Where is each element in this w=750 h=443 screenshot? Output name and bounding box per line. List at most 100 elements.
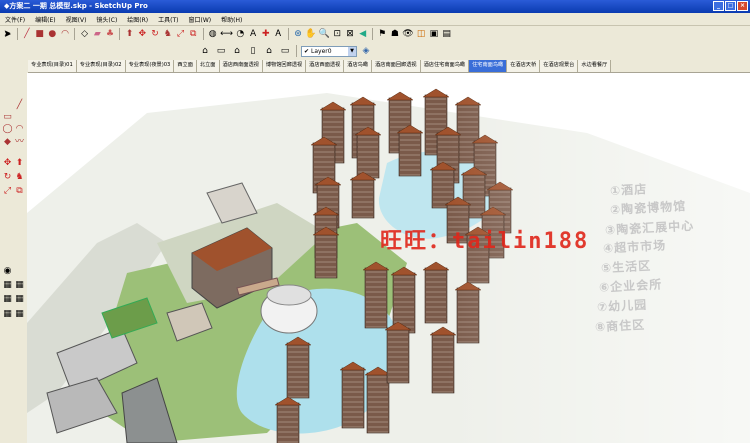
scale-icon[interactable]: ⤢	[175, 27, 186, 41]
menu-view[interactable]: 视图(V)	[61, 15, 92, 24]
previous-view-icon[interactable]: ◀	[357, 27, 368, 41]
tab-scene[interactable]: 酒店住宅南面鸟瞰	[420, 60, 470, 72]
layer-name: Layer0	[311, 47, 332, 55]
tab-scene[interactable]: 专业表现(目录)01	[28, 60, 77, 72]
layer-manager-icon[interactable]: ◈	[359, 44, 373, 58]
left-view-icon[interactable]: ▭	[278, 44, 292, 58]
move-icon[interactable]: ✥	[137, 27, 148, 41]
tape-measure-icon[interactable]: ◍	[207, 27, 218, 41]
rotate-icon[interactable]: ↻	[150, 27, 161, 41]
axes-icon[interactable]: ✚	[260, 27, 271, 41]
zoom-extents-icon[interactable]: ⊠	[345, 27, 356, 41]
circle-icon[interactable]: ◯	[2, 124, 13, 135]
follow-me-icon[interactable]: ♞	[162, 27, 173, 41]
front-view-icon[interactable]: ⌂	[230, 44, 244, 58]
polygon-icon[interactable]: ◆	[2, 137, 13, 148]
menu-help[interactable]: 帮助(H)	[216, 15, 247, 24]
scale-icon[interactable]: ⤢	[2, 186, 13, 197]
tab-scene[interactable]: 在酒店观景台	[540, 60, 579, 72]
shadow-icon[interactable]: ▣	[428, 27, 439, 41]
main-toolbar: ➤ ╱ ■ ● ◠ ◇ ▰ ♣ ⬆ ✥ ↻ ♞ ⤢ ⧉ ◍ ⟷ ◔ A ✚ Ꭺ …	[0, 26, 452, 42]
menu-file[interactable]: 文件(F)	[0, 15, 30, 24]
menu-tools[interactable]: 工具(T)	[153, 15, 183, 24]
iso-view-icon[interactable]: ⌂	[198, 44, 212, 58]
dimension-icon[interactable]: ⟷	[220, 27, 233, 41]
tab-scene[interactable]: 专业表现(夜景)03	[125, 60, 175, 72]
orbit-icon[interactable]: ⊛	[293, 27, 304, 41]
menu-edit[interactable]: 编辑(E)	[30, 15, 60, 24]
maximize-icon[interactable]: □	[725, 1, 736, 11]
offset-icon[interactable]: ⧉	[14, 186, 25, 197]
circle-icon[interactable]: ●	[47, 27, 58, 41]
zoom-extents-icon[interactable]: ▦	[14, 294, 25, 305]
menu-window[interactable]: 窗口(W)	[184, 15, 217, 24]
section-plane-icon[interactable]: ◫	[416, 27, 427, 41]
watermark-text: 旺旺：tailin188	[380, 229, 590, 254]
pencil-line-icon[interactable]: ╱	[22, 27, 33, 41]
freehand-icon[interactable]: 〰	[14, 137, 25, 148]
tab-scene[interactable]: 酒店西面透视	[306, 60, 345, 72]
round-pavilion-top	[266, 284, 312, 306]
residential-tower	[286, 342, 310, 399]
close-icon[interactable]: ×	[737, 1, 748, 11]
minimize-icon[interactable]: _	[713, 1, 724, 11]
model-viewport[interactable]: ①酒店 ②陶瓷博物馆 ③陶瓷汇展中心 ④超市市场 ⑤生活区 ⑥企业会所 ⑦幼儿园…	[27, 73, 750, 443]
back-view-icon[interactable]: ⌂	[262, 44, 276, 58]
toolbar-separator	[16, 28, 18, 40]
look-around-icon[interactable]: ▦	[14, 309, 25, 320]
walk-icon[interactable]: ☗	[390, 27, 401, 41]
zoom-icon[interactable]: 🔍	[319, 27, 330, 41]
tab-scene[interactable]: 酒店西南面透视	[219, 60, 263, 72]
follow-me-icon[interactable]: ♞	[14, 172, 25, 183]
arc-icon[interactable]: ◠	[14, 124, 25, 135]
select-icon[interactable]: ➤	[2, 30, 13, 41]
walk-icon[interactable]: ▦	[2, 309, 13, 320]
rectangle-icon[interactable]: ▭	[2, 112, 13, 123]
push-pull-icon[interactable]: ⬆	[14, 158, 25, 169]
orbit-icon[interactable]: ◉	[2, 266, 13, 277]
make-component-icon[interactable]: ◇	[79, 27, 90, 41]
title-bar: ◆方案二 一期 总模型.skp - SketchUp Pro _ □ ×	[0, 0, 750, 13]
residential-tower	[398, 130, 422, 177]
zoom-window-icon[interactable]: ▦	[2, 294, 13, 305]
views-layer-toolbar: ⌂ ▭ ⌂ ▯ ⌂ ▭ ✔ Layer0 ▼ ◈	[196, 43, 398, 59]
chevron-down-icon[interactable]: ▼	[348, 46, 356, 56]
move-icon[interactable]: ✥	[2, 158, 13, 169]
3d-text-icon[interactable]: Ꭺ	[273, 27, 284, 41]
residential-tower	[386, 327, 410, 384]
tab-scene[interactable]: 酒店鸟瞰	[344, 60, 373, 72]
paint-bucket-icon[interactable]: ♣	[105, 27, 116, 41]
rectangle-icon[interactable]: ■	[34, 27, 45, 41]
arc-icon[interactable]: ◠	[60, 27, 71, 41]
tab-scene[interactable]: 专业表现(目录)02	[76, 60, 126, 72]
residential-tower	[356, 132, 380, 179]
pan-icon[interactable]: ▦	[2, 280, 13, 291]
push-pull-icon[interactable]: ⬆	[124, 27, 135, 41]
tab-scene[interactable]: 酒店南面回廊透视	[372, 60, 421, 72]
tab-scene[interactable]: 北立面	[196, 60, 220, 72]
right-view-icon[interactable]: ▯	[246, 44, 260, 58]
look-around-icon[interactable]: 👁	[402, 27, 413, 41]
menu-draw[interactable]: 绘图(R)	[122, 15, 153, 24]
pencil-icon[interactable]: ╱	[14, 100, 25, 111]
rotate-icon[interactable]: ↻	[2, 172, 13, 183]
fog-icon[interactable]: ▤	[441, 27, 452, 41]
tab-scene[interactable]: 在酒店天桥	[507, 60, 541, 72]
offset-icon[interactable]: ⧉	[188, 27, 199, 41]
tower-roof	[422, 88, 450, 98]
zoom-window-icon[interactable]: ⊡	[332, 27, 343, 41]
position-camera-icon[interactable]: ⚑	[377, 27, 388, 41]
tab-scene-active[interactable]: 住宅南面鸟瞰	[469, 60, 508, 72]
tab-scene[interactable]: 水边看餐厅	[578, 60, 612, 72]
zoom-icon[interactable]: ▦	[14, 280, 25, 291]
tab-scene[interactable]: 西立面	[174, 60, 197, 72]
layer-dropdown[interactable]: ✔ Layer0 ▼	[301, 45, 357, 57]
model-legend-item: ⑧商住区	[594, 317, 646, 335]
menu-camera[interactable]: 镜头(C)	[91, 15, 122, 24]
eraser-icon[interactable]: ▰	[92, 27, 103, 41]
tab-scene[interactable]: 博物馆回廊透视	[262, 60, 307, 72]
pan-icon[interactable]: ✋	[305, 27, 316, 41]
top-view-icon[interactable]: ▭	[214, 44, 228, 58]
protractor-icon[interactable]: ◔	[235, 27, 246, 41]
text-icon[interactable]: A	[248, 27, 259, 41]
